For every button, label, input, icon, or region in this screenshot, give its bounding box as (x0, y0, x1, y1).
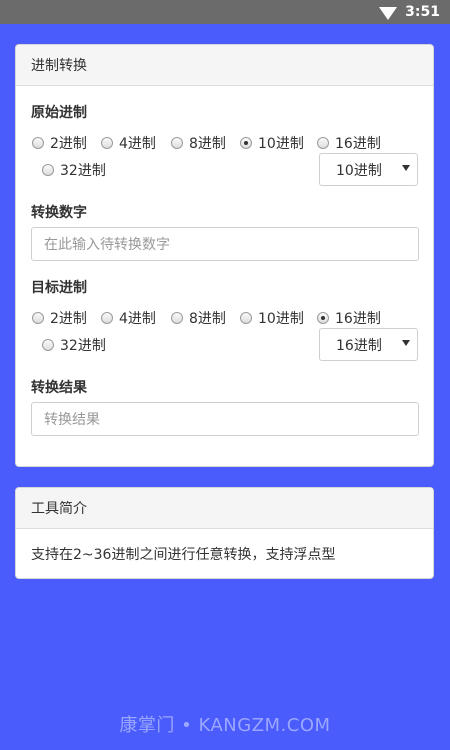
radio-icon (101, 312, 113, 324)
radio-icon (171, 137, 183, 149)
wifi-icon (379, 6, 398, 20)
intro-card: 工具简介 支持在2~36进制之间进行任意转换，支持浮点型 (15, 487, 434, 579)
converter-card: 进制转换 原始进制 2进制 4进制 8进制 10进制 16进制 32进制 10进… (15, 44, 434, 467)
intro-title: 工具简介 (16, 488, 433, 529)
target-radio-2[interactable]: 2进制 (32, 308, 87, 328)
intro-text: 支持在2~36进制之间进行任意转换，支持浮点型 (31, 547, 336, 563)
source-base-select[interactable]: 10进制 (319, 153, 418, 186)
source-radio-8[interactable]: 8进制 (171, 133, 226, 153)
radio-icon (240, 312, 252, 324)
radio-checked-icon (317, 312, 329, 324)
number-input[interactable]: 在此输入待转换数字 (31, 227, 419, 261)
watermark: 康掌门 • KANGZM.COM (119, 715, 331, 736)
number-label: 转换数字 (31, 205, 87, 221)
radio-icon (171, 312, 183, 324)
source-radio-2[interactable]: 2进制 (32, 133, 87, 153)
status-time: 3:51 (405, 4, 440, 20)
source-radio-10[interactable]: 10进制 (240, 133, 304, 153)
dropdown-arrow-icon (402, 165, 410, 171)
converter-title: 进制转换 (16, 45, 433, 86)
target-radio-16[interactable]: 16进制 (317, 308, 381, 328)
radio-checked-icon (240, 137, 252, 149)
target-radio-10[interactable]: 10进制 (240, 308, 304, 328)
source-radio-32[interactable]: 32进制 (42, 160, 106, 180)
radio-icon (32, 312, 44, 324)
radio-icon (42, 339, 54, 351)
target-radio-32[interactable]: 32进制 (42, 335, 106, 355)
radio-icon (32, 137, 44, 149)
target-radio-8[interactable]: 8进制 (171, 308, 226, 328)
radio-icon (317, 137, 329, 149)
result-field[interactable]: 转换结果 (31, 402, 419, 436)
source-radio-16[interactable]: 16进制 (317, 133, 381, 153)
target-base-select[interactable]: 16进制 (319, 328, 418, 361)
source-radio-4[interactable]: 4进制 (101, 133, 156, 153)
radio-icon (42, 164, 54, 176)
dropdown-arrow-icon (402, 340, 410, 346)
target-base-label: 目标进制 (31, 280, 87, 296)
result-label: 转换结果 (31, 380, 87, 396)
radio-icon (101, 137, 113, 149)
status-bar: 3:51 (0, 0, 450, 24)
source-base-label: 原始进制 (31, 105, 87, 121)
target-radio-4[interactable]: 4进制 (101, 308, 156, 328)
